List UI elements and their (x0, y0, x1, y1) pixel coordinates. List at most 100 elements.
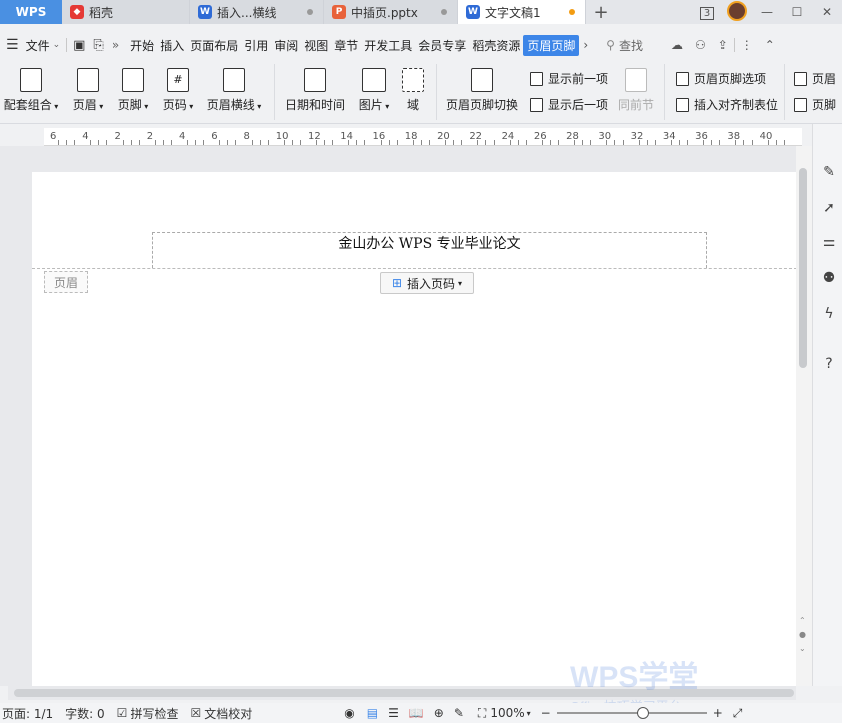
help-icon[interactable]: ? (821, 356, 837, 372)
page-indicator[interactable]: 页面: 1/1 (2, 705, 53, 722)
zoom-slider-handle[interactable] (636, 707, 649, 719)
collapse-ribbon-icon[interactable]: ⌃ (765, 38, 775, 52)
share-icon[interactable]: ⇪ (718, 38, 728, 52)
picture-button[interactable]: 图片 ▾ (354, 68, 394, 113)
header-hline-button[interactable]: 页眉横线 ▾ (204, 68, 264, 113)
spell-check-button[interactable]: 拼写检查 (130, 705, 178, 722)
minimize-icon[interactable]: — (752, 5, 782, 19)
header-text[interactable]: 金山办公 WPS 专业毕业论文 (153, 233, 706, 253)
tab-label: 文字文稿1 (485, 5, 541, 20)
ruler-tick-mark (477, 140, 479, 145)
header-top-distance-button[interactable]: 页眉 (794, 70, 836, 87)
menu-tab-insert[interactable]: 插入 (157, 37, 187, 54)
field-button[interactable]: 域 (400, 68, 426, 113)
ruler-tick-label: 24 (501, 131, 515, 142)
footer-button[interactable]: 页脚 ▾ (113, 68, 153, 113)
header-area[interactable]: 金山办公 WPS 专业毕业论文 (152, 232, 707, 268)
reading-view-icon[interactable]: 📖 (409, 706, 424, 720)
footer-bottom-distance-button[interactable]: 页脚 (794, 96, 836, 113)
close-icon[interactable]: ✕ (812, 5, 842, 19)
menu-tab-member[interactable]: 会员专享 (415, 37, 469, 54)
page-number-button[interactable]: # 页码 ▾ (158, 68, 198, 113)
search-button[interactable]: 查找 (619, 37, 643, 54)
menu-tab-references[interactable]: 引用 (241, 37, 271, 54)
file-menu[interactable]: 文件 (23, 37, 53, 54)
tab-document1[interactable]: W 文字文稿1 (458, 0, 586, 24)
chevron-right-icon[interactable]: › (583, 38, 588, 52)
chevron-down-icon[interactable]: ⌄ (53, 40, 61, 50)
menu-tab-review[interactable]: 审阅 (271, 37, 301, 54)
document-page[interactable]: 金山办公 WPS 专业毕业论文 页眉 ⊞ 插入页码 ▾ (32, 172, 796, 686)
more-options-icon[interactable]: ⋮ (741, 38, 753, 52)
scroll-thumb[interactable] (799, 168, 807, 368)
proofread-button[interactable]: 文档校对 (204, 705, 252, 722)
page-view-icon[interactable]: ▤ (367, 706, 378, 720)
new-tab-button[interactable]: + (586, 0, 616, 24)
word-count[interactable]: 字数: 0 (65, 705, 105, 722)
browse-object-icon[interactable]: ● (799, 630, 806, 639)
ruler-tick-mark (420, 140, 422, 145)
divider (436, 64, 437, 120)
datetime-button[interactable]: 日期和时间 (284, 68, 346, 113)
tab-count-badge[interactable]: 3 (692, 5, 722, 20)
export-pdf-icon[interactable]: ⎘ (93, 38, 103, 53)
zoom-in-button[interactable]: + (713, 706, 723, 720)
ruler-tick-mark (767, 140, 769, 145)
ruler-tick-mark (356, 140, 358, 145)
fullscreen-icon[interactable]: ⤢ (733, 706, 743, 721)
tab-pptx[interactable]: P 中插页.pptx (324, 0, 458, 24)
tab-insert-hline-doc[interactable]: W 插入...横线 (190, 0, 324, 24)
ruler-tick-mark (638, 140, 640, 145)
hamburger-menu-icon[interactable]: ☰ (6, 37, 19, 53)
share-user-icon[interactable]: ⚇ (695, 38, 706, 52)
menu-tab-developer[interactable]: 开发工具 (361, 37, 415, 54)
vertical-scrollbar[interactable]: ⌃ ● ⌄ (796, 146, 812, 686)
prev-page-icon[interactable]: ⌃ (799, 616, 806, 625)
combo-button[interactable]: 配套组合 ▾ (2, 68, 60, 113)
search-icon[interactable]: ⚲ (606, 38, 615, 52)
ruler-tick-label: 2 (114, 131, 121, 142)
save-icon[interactable]: ▣ (73, 38, 85, 53)
menu-tab-docer[interactable]: 稻壳资源 (469, 37, 523, 54)
web-view-icon[interactable]: ⊕ (434, 706, 444, 720)
checkbox-icon: ☑ (116, 706, 128, 720)
avatar[interactable] (722, 0, 752, 24)
tab-wps-home[interactable]: WPS (0, 0, 62, 24)
header-footer-options-button[interactable]: 页眉页脚选项 (676, 70, 766, 87)
menu-tab-layout[interactable]: 页面布局 (187, 37, 241, 54)
pen-icon[interactable]: ✎ (821, 164, 837, 180)
lightning-icon[interactable]: ϟ (821, 306, 837, 322)
menu-tab-header-footer[interactable]: 页眉页脚 (523, 34, 580, 56)
more-quick-access-icon[interactable]: » (112, 38, 119, 52)
fit-page-icon[interactable]: ⛶ (478, 706, 486, 721)
divider (733, 38, 735, 52)
same-as-previous-button[interactable]: 同前节 (616, 68, 656, 113)
unsaved-dot-icon (569, 9, 575, 15)
outline-view-icon[interactable]: ☰ (388, 706, 399, 720)
header-button[interactable]: 页眉 ▾ (68, 68, 108, 113)
ai-helper-icon[interactable]: ⚉ (821, 270, 837, 286)
insert-page-number-button[interactable]: ⊞ 插入页码 ▾ (380, 272, 474, 294)
cloud-sync-icon[interactable]: ☁ (671, 38, 683, 52)
presentation-icon: P (332, 5, 346, 19)
show-previous-button[interactable]: 显示前一项 (530, 70, 608, 87)
zoom-level[interactable]: 100% (490, 706, 524, 720)
insert-align-tab-button[interactable]: 插入对齐制表位 (676, 96, 778, 113)
menu-tab-section[interactable]: 章节 (331, 37, 361, 54)
header-footer-switch-button[interactable]: 页眉页脚切换 (444, 68, 520, 113)
menu-tab-view[interactable]: 视图 (301, 37, 331, 54)
show-next-button[interactable]: 显示后一项 (530, 96, 608, 113)
ruler-tick-mark (735, 140, 737, 145)
menu-tab-home[interactable]: 开始 (127, 37, 157, 54)
tab-docer[interactable]: ◆ 稻壳 (62, 0, 190, 24)
settings-sliders-icon[interactable]: ⚌ (821, 234, 837, 250)
chevron-down-icon[interactable]: ▾ (527, 709, 531, 718)
select-pointer-icon[interactable]: ➚ (821, 200, 837, 216)
horizontal-ruler[interactable]: 6 4 2 2 4 6 8 10 12 14 16 18 20 22 24 26 28 30 32 34 36 38 40 (44, 128, 802, 146)
zoom-out-button[interactable]: − (541, 706, 551, 720)
proofread-icon: ☒ (190, 706, 202, 720)
maximize-icon[interactable]: ☐ (782, 5, 812, 19)
eye-protection-icon[interactable]: ◉ (344, 706, 354, 720)
zoom-slider[interactable] (556, 707, 707, 719)
write-view-icon[interactable]: ✎ (454, 706, 464, 720)
